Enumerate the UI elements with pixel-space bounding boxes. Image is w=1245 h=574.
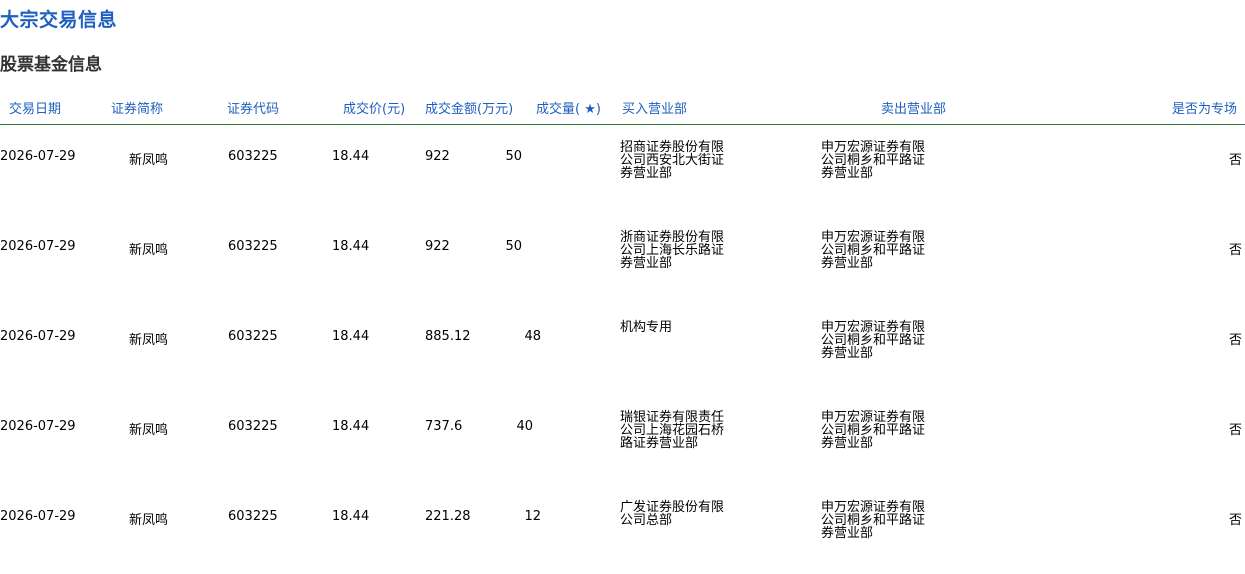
cell-volume: 50 (505, 239, 522, 254)
table-row: 2026-07-29 新凤鸣 603225 18.44 221.28 12 广发证券股份有限… (0, 477, 1245, 567)
cell-special-session: 否 (1228, 333, 1242, 348)
cell-volume: 12 (524, 509, 541, 524)
cell-amount: 922 (425, 149, 450, 164)
cell-security-code: 603225 (228, 329, 278, 344)
cell-volume: 40 (516, 419, 533, 434)
cell-seller: 申万宏源证券有限公司桐乡和平路证券营业部 (821, 500, 926, 541)
table-row: 2026-07-29 新凤鸣 603225 18.44 922 50 浙商证券股份有限公司上… (0, 207, 1245, 297)
cell-trade-date: 2026-07-29 (0, 239, 76, 254)
cell-buyer: 瑞银证券有限责任公司上海花园石桥路证券营业部 (620, 410, 725, 451)
table-row: 2026-07-29 新凤鸣 603225 18.44 885.12 48 机构专用 申万宏源… (0, 297, 1245, 387)
table-row: 2026-07-29 新凤鸣 603225 18.44 737.6 40 瑞银证券有限责任公… (0, 387, 1245, 477)
header-amount[interactable]: 成交金额(万元) (425, 98, 513, 117)
header-special-session[interactable]: 是否为专场 (1172, 98, 1237, 117)
cell-buyer: 广发证券股份有限公司总部 (620, 500, 725, 528)
cell-security-name: 新凤鸣 (129, 333, 169, 348)
cell-price: 18.44 (332, 329, 370, 344)
section-title: 股票基金信息 (0, 55, 102, 75)
header-price[interactable]: 成交价(元) (343, 98, 405, 117)
cell-security-name: 新凤鸣 (129, 153, 169, 168)
cell-price: 18.44 (332, 509, 370, 524)
page-title: 大宗交易信息 (0, 9, 118, 31)
cell-special-session: 否 (1228, 153, 1242, 168)
cell-price: 18.44 (332, 419, 370, 434)
table-row: 2026-07-29 新凤鸣 603225 18.44 922 50 招商证券股份有限公司西… (0, 117, 1245, 207)
cell-trade-date: 2026-07-29 (0, 509, 76, 524)
cell-price: 18.44 (332, 149, 370, 164)
cell-buyer: 招商证券股份有限公司西安北大街证券营业部 (620, 140, 725, 181)
cell-security-code: 603225 (228, 419, 278, 434)
cell-volume: 50 (505, 149, 522, 164)
cell-amount: 737.6 (425, 419, 463, 434)
cell-seller: 申万宏源证券有限公司桐乡和平路证券营业部 (821, 140, 926, 181)
cell-security-code: 603225 (228, 239, 278, 254)
cell-amount: 922 (425, 239, 450, 254)
cell-trade-date: 2026-07-29 (0, 419, 76, 434)
cell-trade-date: 2026-07-29 (0, 149, 76, 164)
cell-price: 18.44 (332, 239, 370, 254)
cell-security-code: 603225 (228, 149, 278, 164)
cell-buyer: 浙商证券股份有限公司上海长乐路证券营业部 (620, 230, 725, 271)
cell-amount: 885.12 (425, 329, 471, 344)
header-security-name[interactable]: 证券简称 (111, 98, 163, 117)
cell-security-name: 新凤鸣 (129, 513, 169, 528)
cell-trade-date: 2026-07-29 (0, 329, 76, 344)
cell-amount: 221.28 (425, 509, 471, 524)
cell-buyer: 机构专用 (620, 320, 673, 335)
header-trade-date[interactable]: 交易日期 (9, 98, 61, 117)
cell-volume: 48 (524, 329, 541, 344)
header-volume[interactable]: 成交量( ★) (536, 98, 601, 117)
cell-security-code: 603225 (228, 509, 278, 524)
header-security-code[interactable]: 证券代码 (227, 98, 279, 117)
cell-security-name: 新凤鸣 (129, 423, 169, 438)
cell-special-session: 否 (1228, 513, 1242, 528)
cell-seller: 申万宏源证券有限公司桐乡和平路证券营业部 (821, 230, 926, 271)
cell-seller: 申万宏源证券有限公司桐乡和平路证券营业部 (821, 410, 926, 451)
header-buyer[interactable]: 买入营业部 (622, 98, 687, 117)
cell-seller: 申万宏源证券有限公司桐乡和平路证券营业部 (821, 320, 926, 361)
cell-special-session: 否 (1228, 423, 1242, 438)
cell-security-name: 新凤鸣 (129, 243, 169, 258)
cell-special-session: 否 (1228, 243, 1242, 258)
header-seller[interactable]: 卖出营业部 (881, 98, 946, 117)
